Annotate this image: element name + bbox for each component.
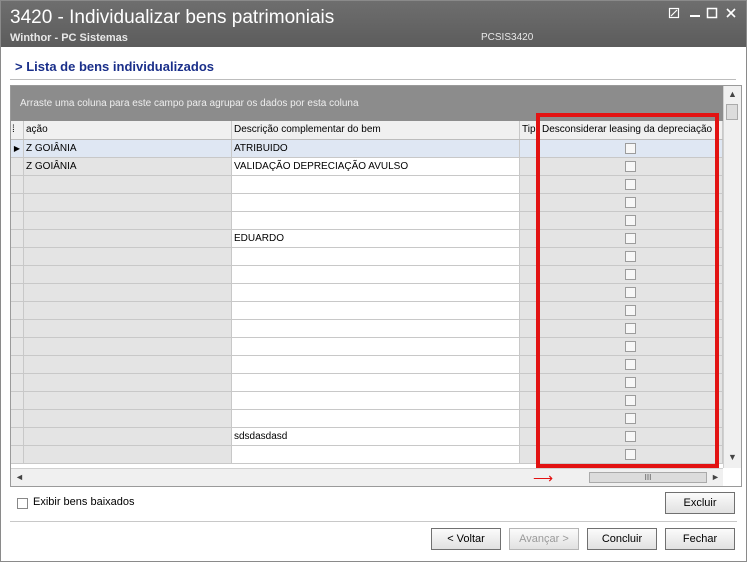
app-window: 3420 - Individualizar bens patrimoniais … xyxy=(0,0,747,562)
description-cell[interactable] xyxy=(232,284,520,301)
location-cell[interactable] xyxy=(24,212,232,229)
location-cell[interactable] xyxy=(24,410,232,427)
current-row-icon[interactable]: ▶ xyxy=(11,140,24,157)
row-indicator[interactable] xyxy=(11,320,24,337)
row-indicator[interactable] xyxy=(11,266,24,283)
section-divider xyxy=(10,79,736,80)
location-cell[interactable] xyxy=(24,302,232,319)
location-cell[interactable] xyxy=(24,374,232,391)
window-subtitle: Winthor - PC Sistemas xyxy=(10,32,128,44)
description-cell[interactable] xyxy=(232,212,520,229)
description-cell[interactable] xyxy=(232,320,520,337)
scroll-up-icon[interactable]: ▲ xyxy=(728,89,737,99)
row-indicator[interactable] xyxy=(11,158,24,175)
row-indicator[interactable] xyxy=(11,284,24,301)
location-cell[interactable] xyxy=(24,230,232,247)
column-header-description[interactable]: Descrição complementar do bem xyxy=(232,121,520,139)
row-indicator[interactable] xyxy=(11,356,24,373)
highlight-frame xyxy=(536,113,719,468)
title-bar: 3420 - Individualizar bens patrimoniais … xyxy=(1,1,746,47)
location-cell[interactable] xyxy=(24,356,232,373)
location-cell[interactable] xyxy=(24,428,232,445)
description-cell[interactable] xyxy=(232,266,520,283)
row-indicator[interactable] xyxy=(11,338,24,355)
row-indicator[interactable] xyxy=(11,194,24,211)
horizontal-scrollbar[interactable]: ◄ III ► xyxy=(11,468,723,486)
description-cell[interactable] xyxy=(232,302,520,319)
window-title: 3420 - Individualizar bens patrimoniais xyxy=(10,7,335,28)
row-indicator[interactable] xyxy=(11,446,24,463)
red-arrow-icon: ⟶ xyxy=(533,470,554,486)
description-cell[interactable]: VALIDAÇÃO DEPRECIAÇÃO AVULSO xyxy=(232,158,520,175)
description-cell[interactable]: EDUARDO xyxy=(232,230,520,247)
row-indicator[interactable] xyxy=(11,212,24,229)
location-cell[interactable] xyxy=(24,266,232,283)
group-hint: Arraste uma coluna para este campo para … xyxy=(20,98,359,109)
location-cell[interactable] xyxy=(24,248,232,265)
show-disposed-label: Exibir bens baixados xyxy=(33,496,135,508)
horizontal-scroll-thumb[interactable]: III xyxy=(589,472,707,483)
description-cell[interactable] xyxy=(232,392,520,409)
scroll-left-icon[interactable]: ◄ xyxy=(15,472,24,482)
description-cell[interactable]: ATRIBUIDO xyxy=(232,140,520,157)
row-indicator[interactable] xyxy=(11,428,24,445)
vertical-scroll-thumb[interactable] xyxy=(726,104,738,120)
row-indicator[interactable] xyxy=(11,302,24,319)
routine-code: PCSIS3420 xyxy=(481,32,534,43)
location-cell[interactable] xyxy=(24,320,232,337)
column-header-location[interactable]: ação xyxy=(24,121,232,139)
delete-button[interactable]: Excluir xyxy=(665,492,735,514)
scroll-right-icon[interactable]: ► xyxy=(711,472,720,482)
location-cell[interactable] xyxy=(24,392,232,409)
footer-divider xyxy=(10,521,737,522)
description-cell[interactable] xyxy=(232,176,520,193)
row-indicator[interactable] xyxy=(11,248,24,265)
row-indicator[interactable] xyxy=(11,374,24,391)
row-indicator[interactable] xyxy=(11,176,24,193)
section-title: > Lista de bens individualizados xyxy=(15,59,215,74)
location-cell[interactable]: Z GOIÂNIA xyxy=(24,158,232,175)
location-cell[interactable] xyxy=(24,284,232,301)
row-selector-header[interactable]: ⁞ xyxy=(11,121,24,139)
location-cell[interactable] xyxy=(24,446,232,463)
minimize-icon[interactable] xyxy=(686,5,704,23)
restore-icon[interactable] xyxy=(665,5,683,23)
description-cell[interactable] xyxy=(232,356,520,373)
finish-button[interactable]: Concluir xyxy=(587,528,657,550)
location-cell[interactable]: Z GOIÂNIA xyxy=(24,140,232,157)
location-cell[interactable] xyxy=(24,338,232,355)
description-cell[interactable] xyxy=(232,338,520,355)
vertical-scrollbar[interactable]: ▲ ▼ xyxy=(723,86,741,468)
close-button[interactable]: Fechar xyxy=(665,528,735,550)
scroll-down-icon[interactable]: ▼ xyxy=(728,452,737,462)
row-indicator[interactable] xyxy=(11,230,24,247)
show-disposed-checkbox[interactable] xyxy=(17,498,28,509)
next-button[interactable]: Avançar > xyxy=(509,528,579,550)
maximize-icon[interactable] xyxy=(703,5,721,23)
description-cell[interactable] xyxy=(232,194,520,211)
row-indicator[interactable] xyxy=(11,392,24,409)
location-cell[interactable] xyxy=(24,176,232,193)
description-cell[interactable]: sdsdasdasd xyxy=(232,428,520,445)
location-cell[interactable] xyxy=(24,194,232,211)
description-cell[interactable] xyxy=(232,446,520,463)
row-indicator[interactable] xyxy=(11,410,24,427)
close-icon[interactable] xyxy=(722,5,740,23)
description-cell[interactable] xyxy=(232,374,520,391)
description-cell[interactable] xyxy=(232,410,520,427)
description-cell[interactable] xyxy=(232,248,520,265)
back-button[interactable]: < Voltar xyxy=(431,528,501,550)
